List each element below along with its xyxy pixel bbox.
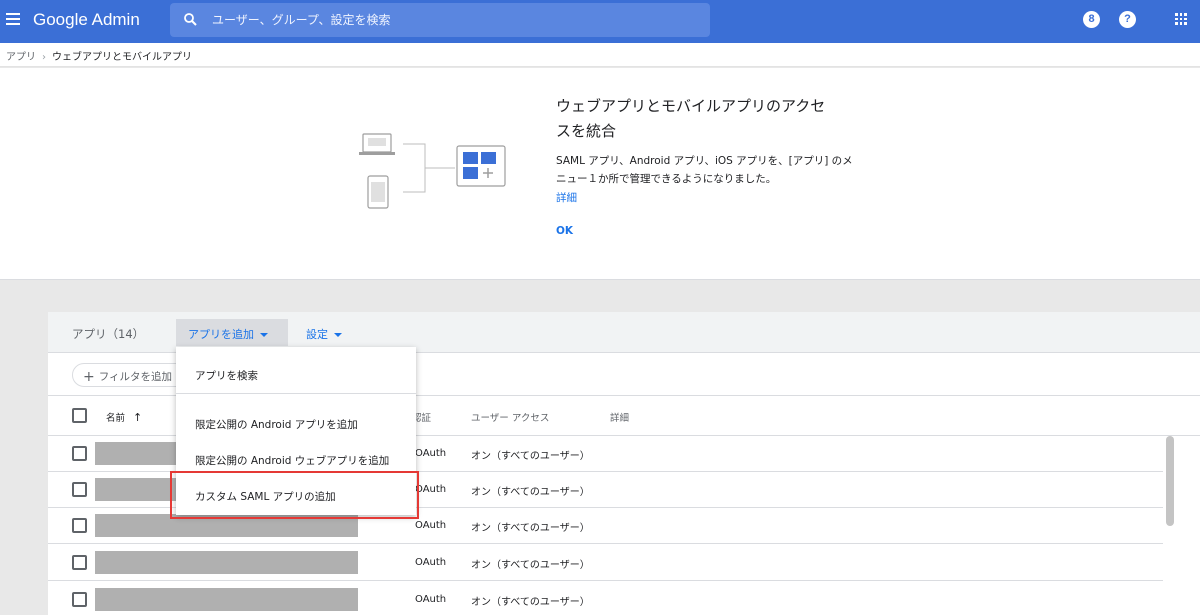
select-all-checkbox[interactable] [72, 408, 87, 423]
row-auth: OAuth [415, 448, 447, 459]
row-access: オン（すべてのユーザー） [471, 487, 590, 498]
breadcrumb-separator-icon: › [42, 52, 46, 63]
top-bar: Google Admin 8 ? [0, 0, 1200, 43]
row-checkbox[interactable] [72, 482, 87, 497]
menu-divider [176, 393, 416, 394]
row-auth: OAuth [415, 557, 447, 568]
add-filter-label: フィルタを追加 [98, 371, 173, 383]
add-app-button[interactable]: アプリを追加 [176, 319, 288, 346]
menu-item-add-private-android-app[interactable]: 限定公開の Android アプリを追加 [176, 402, 416, 438]
row-auth: OAuth [415, 520, 447, 531]
search-input[interactable] [212, 11, 692, 29]
promo-ok-button[interactable]: OK [556, 225, 573, 237]
hamburger-menu-icon[interactable] [6, 13, 20, 25]
breadcrumb-current: ウェブアプリとモバイルアプリ [52, 52, 192, 63]
menu-item-search-apps[interactable]: アプリを検索 [176, 353, 416, 389]
row-auth: OAuth [415, 594, 447, 605]
plus-icon: + [83, 369, 95, 385]
caret-down-icon [334, 333, 342, 337]
search-icon [184, 13, 197, 26]
table-row[interactable]: OAuth オン（すべてのユーザー） [48, 545, 1163, 581]
column-access-header: ユーザー アクセス [471, 413, 550, 424]
menu-item-add-custom-saml-app[interactable]: カスタム SAML アプリの追加 [176, 474, 416, 510]
apps-count: アプリ（14） [72, 327, 145, 341]
column-name-label: 名前 [106, 413, 126, 424]
row-access: オン（すべてのユーザー） [471, 451, 590, 462]
web-mobile-integration-illustration-icon [359, 133, 506, 209]
row-access: オン（すべてのユーザー） [471, 560, 590, 571]
help-icon[interactable]: ? [1119, 11, 1136, 28]
add-filter-button[interactable]: + フィルタを追加 [72, 363, 192, 387]
row-auth: OAuth [415, 484, 447, 495]
promo-title: ウェブアプリとモバイルアプリのアクセスを統合 [556, 97, 826, 140]
table-row[interactable]: OAuth オン（すべてのユーザー） [48, 582, 1163, 615]
search-box[interactable] [170, 3, 710, 37]
apps-launcher-icon[interactable] [1175, 13, 1187, 25]
row-checkbox[interactable] [72, 592, 87, 607]
settings-button[interactable]: 設定 [306, 326, 342, 342]
row-access: オン（すべてのユーザー） [471, 523, 590, 534]
redacted-app-name [95, 588, 358, 611]
app-brand[interactable]: Google Admin [33, 10, 140, 30]
row-checkbox[interactable] [72, 518, 87, 533]
redacted-app-name [95, 514, 358, 537]
column-name-header[interactable]: 名前 ↑ [106, 410, 142, 424]
menu-item-add-private-android-web-app[interactable]: 限定公開の Android ウェブアプリを追加 [176, 438, 416, 474]
add-app-label: アプリを追加 [188, 328, 254, 341]
column-detail-header: 詳細 [610, 413, 630, 424]
breadcrumb-apps-link[interactable]: アプリ [6, 52, 36, 63]
learn-more-link[interactable]: 詳細 [556, 190, 577, 205]
promo-body: SAML アプリ、Android アプリ、iOS アプリを、[アプリ] のメニュ… [556, 155, 853, 185]
row-checkbox[interactable] [72, 555, 87, 570]
support-badge-icon[interactable]: 8 [1083, 11, 1100, 28]
settings-label: 設定 [306, 328, 328, 341]
row-checkbox[interactable] [72, 446, 87, 461]
sort-arrow-up-icon[interactable]: ↑ [133, 411, 142, 424]
caret-down-icon [260, 333, 268, 337]
row-access: オン（すべてのユーザー） [471, 597, 590, 608]
redacted-app-name [95, 551, 358, 574]
table-scrollbar[interactable] [1166, 436, 1174, 526]
promo-banner: ウェブアプリとモバイルアプリのアクセスを統合 SAML アプリ、Android … [0, 68, 1200, 280]
breadcrumb: アプリ › ウェブアプリとモバイルアプリ [0, 43, 1200, 67]
add-app-dropdown-menu: アプリを検索 限定公開の Android アプリを追加 限定公開の Androi… [176, 347, 416, 515]
